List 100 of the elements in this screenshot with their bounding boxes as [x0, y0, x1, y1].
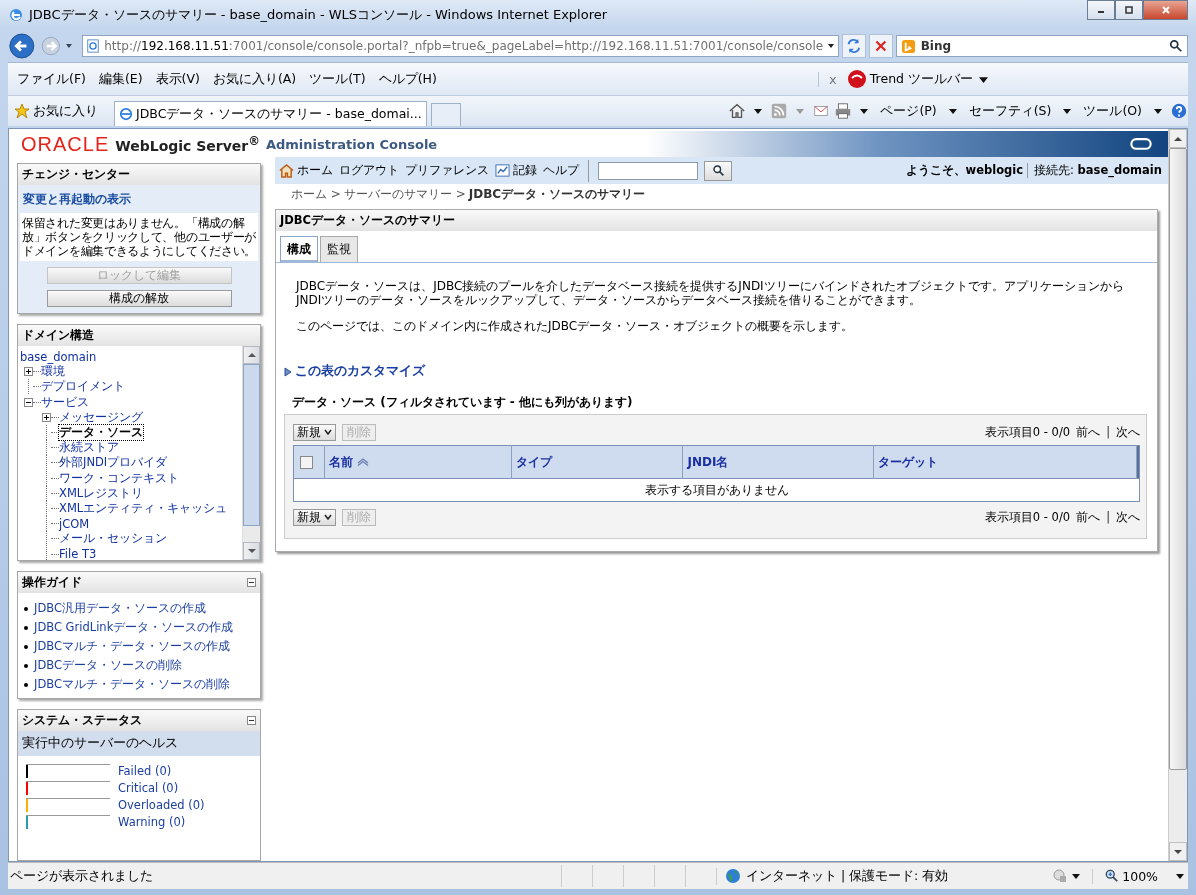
menu-item[interactable]: ファイル(F) [12, 70, 94, 88]
scroll-thumb[interactable] [1169, 148, 1187, 770]
dropdown-icon[interactable] [827, 42, 836, 50]
minimize-icon[interactable] [247, 578, 256, 587]
dropdown-icon[interactable] [1063, 107, 1072, 115]
guide-link[interactable]: JDBC汎用データ・ソースの作成 [34, 601, 206, 616]
tab[interactable]: 監視 [320, 236, 358, 262]
minimize-icon[interactable] [247, 716, 256, 725]
collapse-icon[interactable] [24, 397, 33, 407]
release-config-button[interactable]: 構成の解放 [46, 290, 232, 307]
guide-link[interactable]: JDBCマルチ・データ・ソースの作成 [34, 639, 230, 654]
select-all-checkbox[interactable] [300, 456, 313, 469]
back-button[interactable] [8, 32, 36, 60]
scrollbar[interactable] [242, 346, 260, 560]
scroll-down-button[interactable] [243, 542, 260, 560]
toolbar-link[interactable]: ヘルプ [543, 162, 579, 179]
tree-item[interactable]: jCOM [59, 516, 90, 531]
dropdown-icon[interactable] [1154, 107, 1162, 115]
tree-item[interactable]: base_domain [20, 349, 97, 364]
tree-item[interactable]: サービス [41, 394, 89, 410]
menu-item[interactable]: 表示(V) [150, 70, 208, 88]
scroll-down-button[interactable] [1169, 842, 1187, 861]
search-field[interactable] [598, 161, 698, 180]
sort-icon[interactable] [357, 457, 369, 466]
search-button[interactable] [704, 160, 732, 181]
tree-item[interactable]: メッセージング [59, 409, 143, 425]
tab[interactable]: 構成 [280, 236, 318, 262]
health-link[interactable]: Failed (0) [118, 763, 172, 778]
tree-item[interactable]: ワーク・コンテキスト [59, 470, 179, 486]
page-scrollbar[interactable] [1168, 129, 1187, 861]
tree-item[interactable]: 外部JNDIプロバイダ [59, 455, 168, 471]
tree-item[interactable]: メール・セッション [59, 531, 167, 547]
home-icon[interactable] [728, 102, 747, 120]
breadcrumb-link[interactable]: ホーム > [291, 186, 341, 203]
panel-title: システム・ステータス [22, 712, 142, 729]
command-menu[interactable]: ツール(O) [1079, 102, 1146, 120]
tree-item[interactable]: デプロイメント [41, 379, 125, 395]
tree-item[interactable]: 環境 [41, 364, 65, 380]
toolbar-link[interactable]: ホーム [279, 162, 333, 179]
history-dropdown-icon[interactable] [65, 42, 74, 50]
favorites-button[interactable]: お気に入り [14, 102, 110, 120]
previous-link[interactable]: 前へ [1076, 424, 1101, 440]
scroll-up-button[interactable] [243, 346, 260, 364]
menu-item[interactable]: 編集(E) [93, 70, 151, 88]
search-icon[interactable] [1169, 39, 1183, 53]
toolbar-link[interactable]: 記録 [495, 162, 537, 179]
dropdown-icon[interactable] [1072, 872, 1081, 880]
toolbar-close-button[interactable]: x [818, 71, 847, 87]
expand-icon[interactable] [284, 366, 292, 377]
toolbar-menu[interactable]: Trend ツールバー [866, 70, 979, 88]
guide-link[interactable]: JDBCマルチ・データ・ソースの削除 [34, 677, 230, 692]
column-header[interactable]: ターゲット [873, 445, 1137, 479]
guide-link[interactable]: JDBC GridLinkデータ・ソースの作成 [34, 620, 234, 635]
command-menu[interactable]: セーフティ(S) [964, 102, 1056, 120]
customize-link[interactable]: この表のカスタマイズ [295, 363, 425, 380]
view-changes-link[interactable]: 変更と再起動の表示 [18, 185, 260, 213]
column-header[interactable]: JNDI名 [682, 445, 874, 479]
print-icon[interactable] [834, 102, 853, 120]
new-button[interactable]: 新規 [293, 423, 336, 441]
stop-icon[interactable] [868, 34, 893, 58]
address-field[interactable]: http://192.168.11.51:7001/console/console.portal?_nfpb=true&_pageLabel=http://192.168.11.51:7001/console/console [82, 35, 840, 57]
previous-link[interactable]: 前へ [1076, 509, 1101, 525]
column-header[interactable]: タイプ [511, 445, 683, 479]
menu-item[interactable]: お気に入り(A) [207, 70, 305, 88]
dropdown-icon[interactable] [979, 74, 988, 84]
dropdown-icon[interactable] [754, 107, 763, 115]
tree-item[interactable]: データ・ソース [59, 425, 143, 441]
scroll-up-button[interactable] [1169, 129, 1187, 148]
dropdown-icon[interactable] [948, 107, 957, 115]
tree-item[interactable]: XMLエンティティ・キャッシュ [59, 500, 228, 516]
tree-item[interactable]: XMLレジストリ [59, 485, 144, 501]
column-header[interactable]: 名前 [324, 445, 512, 479]
tree-item[interactable]: File T3 [59, 547, 97, 560]
dropdown-icon[interactable] [1176, 872, 1184, 880]
menu-item[interactable]: ツール(T) [304, 70, 374, 88]
menu-item[interactable]: ヘルプ(H) [373, 70, 445, 88]
health-link[interactable]: Critical (0) [118, 780, 179, 795]
refresh-icon[interactable] [842, 34, 866, 58]
next-link[interactable]: 次へ [1116, 509, 1140, 525]
toolbar-link[interactable]: ログアウト [339, 162, 399, 179]
maximize-button[interactable] [1115, 0, 1143, 20]
command-menu[interactable]: ページ(P) [876, 102, 941, 120]
breadcrumb-link[interactable]: サーバーのサマリー > [343, 186, 466, 203]
guide-link[interactable]: JDBCデータ・ソースの削除 [34, 658, 182, 673]
dropdown-icon[interactable] [860, 107, 869, 115]
next-link[interactable]: 次へ [1116, 424, 1140, 440]
health-link[interactable]: Warning (0) [118, 814, 186, 829]
close-button[interactable] [1143, 0, 1188, 20]
expand-icon[interactable] [42, 412, 51, 422]
zoom-control[interactable]: 100% [1092, 868, 1158, 884]
toolbar-link[interactable]: プリファレンス [405, 162, 489, 179]
health-link[interactable]: Overloaded (0) [118, 797, 205, 812]
new-button[interactable]: 新規 [293, 508, 336, 526]
search-field[interactable]: Bing [895, 35, 1188, 57]
help-icon[interactable] [1170, 102, 1188, 120]
expand-icon[interactable] [24, 367, 33, 377]
tree-item[interactable]: 永続ストア [59, 440, 119, 456]
browser-tab[interactable]: JDBCデータ・ソースのサマリー - base_domai... [114, 101, 427, 126]
minimize-button[interactable] [1087, 0, 1115, 20]
scroll-thumb[interactable] [243, 364, 260, 526]
